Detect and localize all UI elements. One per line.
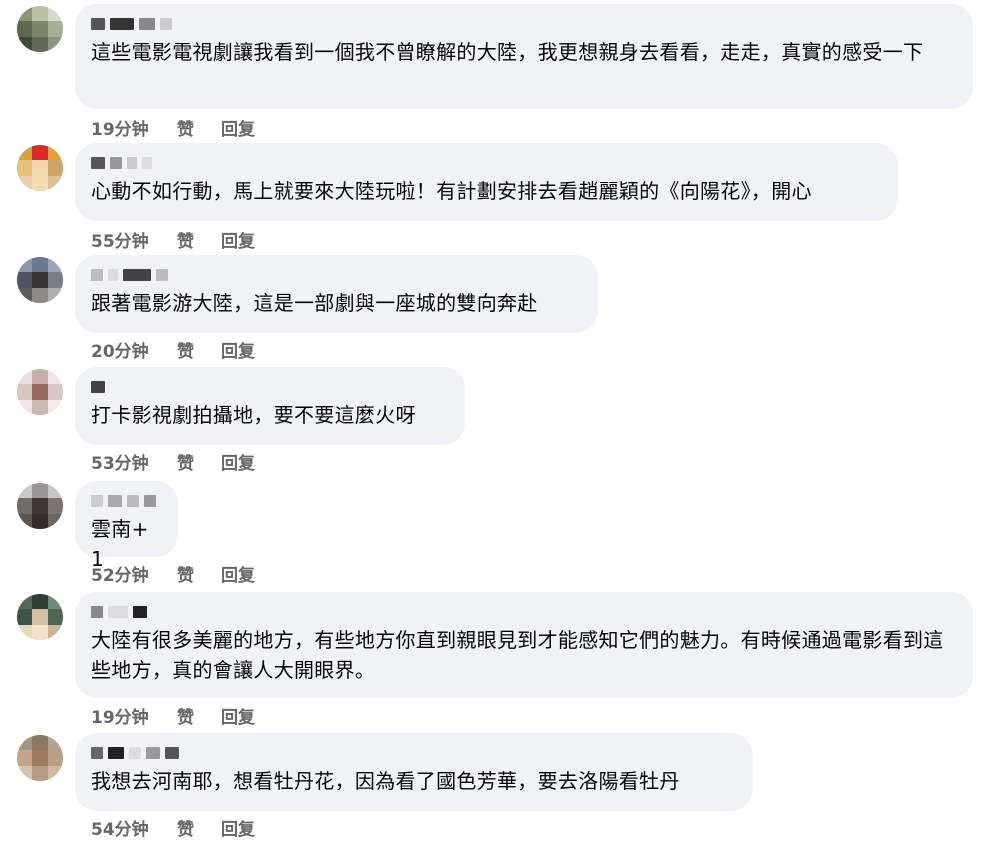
blurred-username[interactable]	[91, 267, 580, 282]
like-button[interactable]: 赞	[177, 561, 221, 586]
comment-bubble: 我想去河南耶，想看牡丹花，因為看了國色芳華，要去洛陽看牡丹	[75, 733, 753, 811]
like-button[interactable]: 赞	[177, 227, 221, 252]
like-button[interactable]: 赞	[177, 815, 221, 840]
comment-text: 打卡影視劇拍攝地，要不要這麼火呀	[91, 403, 416, 427]
comment-text: 這些電影電視劇讓我看到一個我不曾瞭解的大陸，我更想親身去看看，走走，真實的感受一…	[91, 40, 924, 64]
comment-text: 心動不如行動，馬上就要來大陸玩啦！有計劃安排去看趙麗穎的《向陽花》，開心	[91, 179, 812, 203]
reply-button[interactable]: 回复	[221, 337, 255, 362]
reply-button[interactable]: 回复	[221, 815, 255, 840]
avatar[interactable]	[17, 369, 63, 415]
like-button[interactable]: 赞	[177, 703, 221, 728]
reply-button[interactable]: 回复	[221, 449, 255, 474]
comment-actions: 53分钟 赞 回复	[91, 449, 255, 474]
avatar[interactable]	[17, 735, 63, 781]
blurred-username[interactable]	[91, 493, 160, 508]
like-button[interactable]: 赞	[177, 337, 221, 362]
blurred-username[interactable]	[91, 379, 447, 394]
comment-text: 跟著電影游大陸，這是一部劇與一座城的雙向奔赴	[91, 291, 538, 315]
comment-timestamp[interactable]: 19分钟	[91, 115, 177, 140]
blurred-username[interactable]	[91, 16, 955, 31]
reply-button[interactable]: 回复	[221, 703, 255, 728]
comment-bubble: 打卡影視劇拍攝地，要不要這麼火呀	[75, 367, 465, 445]
comment-actions: 19分钟 赞 回复	[91, 703, 255, 728]
comment-bubble: 大陸有很多美麗的地方，有些地方你直到親眼見到才能感知它們的魅力。有時候通過電影看…	[75, 592, 973, 698]
comment-text: 我想去河南耶，想看牡丹花，因為看了國色芳華，要去洛陽看牡丹	[91, 769, 680, 793]
comment-bubble: 雲南+1	[75, 481, 178, 571]
blurred-username[interactable]	[91, 745, 735, 760]
avatar[interactable]	[17, 483, 63, 529]
avatar[interactable]	[17, 594, 63, 640]
comment-actions: 19分钟 赞 回复	[91, 115, 255, 140]
comment-actions: 54分钟 赞 回复	[91, 815, 255, 840]
reply-button[interactable]: 回复	[221, 227, 255, 252]
comment-text: 大陸有很多美麗的地方，有些地方你直到親眼見到才能感知它們的魅力。有時候通過電影看…	[91, 628, 944, 682]
avatar[interactable]	[17, 145, 63, 191]
comment-actions: 55分钟 赞 回复	[91, 227, 255, 252]
reply-button[interactable]: 回复	[221, 115, 255, 140]
comment-actions: 20分钟 赞 回复	[91, 337, 255, 362]
blurred-username[interactable]	[91, 604, 955, 619]
comment-bubble: 心動不如行動，馬上就要來大陸玩啦！有計劃安排去看趙麗穎的《向陽花》，開心	[75, 143, 898, 221]
reply-button[interactable]: 回复	[221, 561, 255, 586]
comment-timestamp[interactable]: 53分钟	[91, 449, 177, 474]
comment-timestamp[interactable]: 54分钟	[91, 815, 177, 840]
comment-bubble: 跟著電影游大陸，這是一部劇與一座城的雙向奔赴	[75, 255, 598, 333]
avatar[interactable]	[17, 257, 63, 303]
comment-bubble: 這些電影電視劇讓我看到一個我不曾瞭解的大陸，我更想親身去看看，走走，真實的感受一…	[75, 4, 973, 109]
comment-timestamp[interactable]: 55分钟	[91, 227, 177, 252]
blurred-username[interactable]	[91, 155, 880, 170]
comment-timestamp[interactable]: 20分钟	[91, 337, 177, 362]
like-button[interactable]: 赞	[177, 115, 221, 140]
comment-timestamp[interactable]: 19分钟	[91, 703, 177, 728]
like-button[interactable]: 赞	[177, 449, 221, 474]
comment-timestamp[interactable]: 52分钟	[91, 561, 177, 586]
avatar[interactable]	[17, 6, 63, 52]
comment-actions: 52分钟 赞 回复	[91, 561, 255, 586]
